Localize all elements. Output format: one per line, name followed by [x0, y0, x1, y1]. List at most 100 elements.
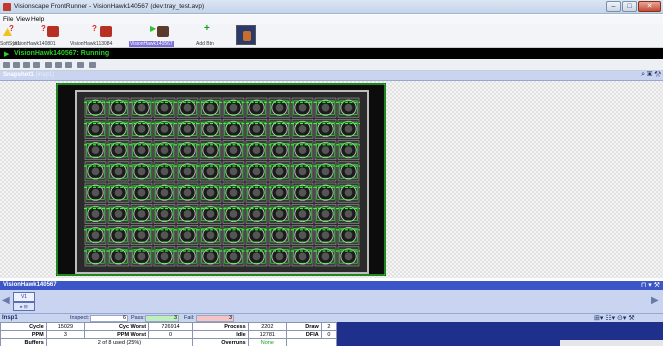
device-label: VisionHawk140567 — [129, 41, 174, 47]
stat-value: 2 — [320, 322, 338, 331]
menu-help[interactable]: Help — [31, 16, 44, 23]
snapshot-title: Snapshot1 — [3, 72, 34, 78]
vial-center — [114, 125, 123, 133]
stat-value: 2 of 8 used (25%) — [45, 338, 194, 346]
tool-icon[interactable] — [55, 62, 62, 68]
vial-center — [252, 125, 261, 133]
add-button[interactable]: + Add Btn — [196, 23, 220, 48]
vial-center — [206, 210, 215, 218]
vial-center — [91, 146, 100, 154]
question-icon: ? — [92, 24, 97, 33]
stat-label: PPM — [0, 330, 47, 339]
snapshot-panel-header: Snapshot1 (Insp1) ⌕ ▣ ⚒ — [0, 71, 663, 81]
vial-center — [252, 188, 261, 197]
app-icon — [3, 3, 11, 11]
vial-center — [137, 210, 146, 218]
vial-center — [321, 146, 330, 154]
user-avatar[interactable] — [236, 25, 256, 45]
image-icon[interactable] — [23, 62, 30, 68]
stat-label: PPM Worst — [84, 330, 150, 339]
vial-center — [298, 146, 307, 154]
stat-value: None — [247, 338, 287, 346]
close-button[interactable]: ✕ — [638, 1, 661, 12]
vial-center — [183, 210, 192, 218]
stats-table: Cycle 15029 Cyc Worst 726914 Process 2202 Draw… — [0, 322, 338, 346]
maximize-button[interactable]: □ — [622, 1, 637, 12]
vial-center — [91, 252, 100, 261]
vial-center — [137, 146, 146, 154]
vial-center — [206, 188, 215, 197]
vial-center — [321, 125, 330, 133]
vial-center — [183, 103, 192, 112]
stat-value: 2202 — [247, 322, 287, 331]
zoom-icon[interactable]: ⌕ — [641, 71, 645, 78]
vial-center — [183, 231, 192, 239]
stat-value: 0 — [320, 330, 338, 339]
tools-icon[interactable]: ⚒ — [654, 71, 661, 78]
menu-view[interactable]: View — [16, 16, 30, 23]
minimize-button[interactable]: – — [606, 1, 621, 12]
eye-icon[interactable] — [33, 62, 40, 68]
stat-value: 12781 — [247, 330, 287, 339]
device-panel-header: VisionHawk140567 ⊓ ▾ ⚒ — [0, 281, 663, 290]
question-icon: ? — [41, 24, 46, 33]
stat-label: Buffers — [0, 338, 47, 346]
thumbnail-controls[interactable]: ▸ ⊟ — [13, 302, 35, 311]
vial-center — [229, 167, 238, 176]
save-icon[interactable]: ▣ — [647, 71, 652, 78]
vial-center — [252, 103, 261, 112]
stats-row: PPM 3 PPM Worst 0 Idle 12781 DFIA 0 — [0, 330, 338, 339]
stat-label: Overruns — [192, 338, 249, 346]
insp-icons[interactable]: ⊞▾ ☷▾ ⊙▾ ⚒ — [594, 314, 635, 322]
list-icon[interactable] — [77, 62, 84, 68]
person-icon[interactable] — [45, 62, 52, 68]
vial-center — [275, 167, 284, 176]
open-icon[interactable] — [3, 62, 10, 68]
thumbnail-v1[interactable]: V1 — [13, 292, 35, 302]
vial-center — [298, 125, 307, 133]
vial-center — [344, 167, 353, 176]
menu-file[interactable]: File — [3, 16, 13, 23]
vial-center — [137, 103, 146, 112]
vial-center — [229, 252, 238, 261]
inspection-bar: Insp1 Inspect: 6 Pass: 3 Fail: 3 ⊞▾ ☷▾ ⊙… — [0, 313, 663, 322]
vial-center — [206, 103, 215, 112]
stat-value: 15029 — [45, 322, 86, 331]
vial-center — [160, 210, 169, 218]
vial-center — [91, 103, 100, 112]
inspect-label: Inspect: — [70, 315, 90, 321]
play-icon: ▶ — [4, 51, 10, 58]
add-button-label: Add Btn — [196, 41, 214, 47]
vial-center — [183, 252, 192, 261]
title-bar: Visionscape FrontRunner - VisionHawk1405… — [0, 0, 663, 14]
pass-count: 3 — [145, 315, 179, 322]
tray-frame — [75, 90, 369, 274]
vial-center — [183, 167, 192, 176]
status-bar: ▶ VisionHawk140567: Running — [0, 48, 663, 59]
stat-label: DFIA — [285, 330, 322, 339]
vial-center — [275, 210, 284, 218]
next-arrow-icon[interactable]: ▶ — [651, 295, 659, 306]
vial-center — [298, 188, 307, 197]
vial-center — [321, 231, 330, 239]
vial-center — [91, 231, 100, 239]
status-text: VisionHawk140567: Running — [14, 50, 110, 57]
camera-image[interactable] — [56, 83, 386, 276]
window-title: Visionscape FrontRunner - VisionHawk1405… — [14, 3, 205, 10]
stat-value: 3 — [45, 330, 86, 339]
prev-arrow-icon[interactable]: ◀ — [2, 295, 10, 306]
save-icon[interactable] — [13, 62, 20, 68]
inspection-name: Insp1 — [2, 315, 18, 321]
vial-center — [321, 188, 330, 197]
vial-center — [252, 210, 261, 218]
stat-label: Idle — [192, 330, 249, 339]
device-panel-title: VisionHawk140567 — [3, 282, 57, 288]
vial-center — [137, 167, 146, 176]
vial-center — [321, 252, 330, 261]
gear-icon[interactable] — [65, 62, 72, 68]
window-icon[interactable] — [89, 62, 96, 68]
stat-label: Cycle — [0, 322, 47, 331]
vial-center — [114, 252, 123, 261]
panel-icons[interactable]: ⊓ ▾ ⚒ — [641, 281, 660, 289]
snapshot-subtitle: (Insp1) — [35, 72, 55, 78]
